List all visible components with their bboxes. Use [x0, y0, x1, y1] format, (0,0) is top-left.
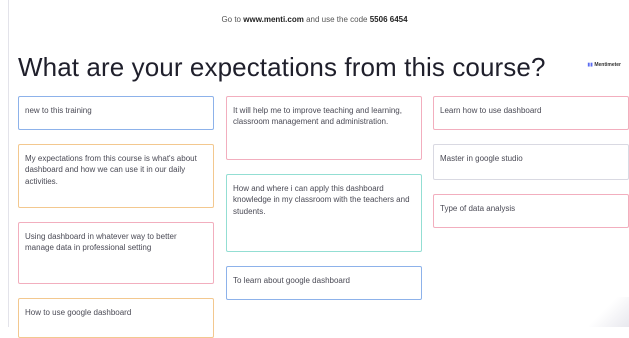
response-card: Using dashboard in whatever way to bette…	[18, 222, 214, 284]
response-card: How and where i can apply this dashboard…	[226, 174, 422, 252]
join-code: 5506 6454	[369, 15, 408, 24]
response-card: To learn about google dashboard	[226, 266, 422, 300]
response-card: How to use google dashboard	[18, 298, 214, 338]
mentimeter-logo-icon: ▮▮	[587, 62, 593, 68]
response-text: How and where i can apply this dashboard…	[233, 184, 410, 216]
instruction-prefix: Go to	[221, 15, 242, 24]
response-text: To learn about google dashboard	[233, 276, 350, 285]
mentimeter-logo-text: Mentimeter	[594, 62, 621, 68]
response-text: How to use google dashboard	[25, 308, 132, 317]
question-title: What are your expectations from this cou…	[18, 52, 546, 82]
response-card: Master in google studio	[433, 144, 629, 180]
instruction-middle: and use the code	[306, 15, 368, 24]
response-card: It will help me to improve teaching and …	[226, 96, 422, 160]
response-text: Type of data analysis	[440, 204, 516, 213]
response-text: Using dashboard in whatever way to bette…	[25, 232, 177, 253]
response-text: Learn how to use dashboard	[440, 106, 542, 115]
response-text: Master in google studio	[440, 154, 523, 163]
response-text: new to this training	[25, 106, 92, 115]
response-text: My expectations from this course is what…	[25, 154, 197, 186]
response-text: It will help me to improve teaching and …	[233, 106, 402, 127]
response-card: Type of data analysis	[433, 194, 629, 228]
join-instructions: Go to www.menti.com and use the code 550…	[0, 15, 629, 24]
corner-shadow	[589, 297, 629, 327]
response-card: new to this training	[18, 96, 214, 130]
response-card: My expectations from this course is what…	[18, 144, 214, 208]
mentimeter-logo: ▮▮ Mentimeter	[587, 62, 621, 68]
left-divider	[8, 0, 9, 327]
menti-url-link[interactable]: www.menti.com	[243, 15, 304, 24]
response-card: Learn how to use dashboard	[433, 96, 629, 130]
